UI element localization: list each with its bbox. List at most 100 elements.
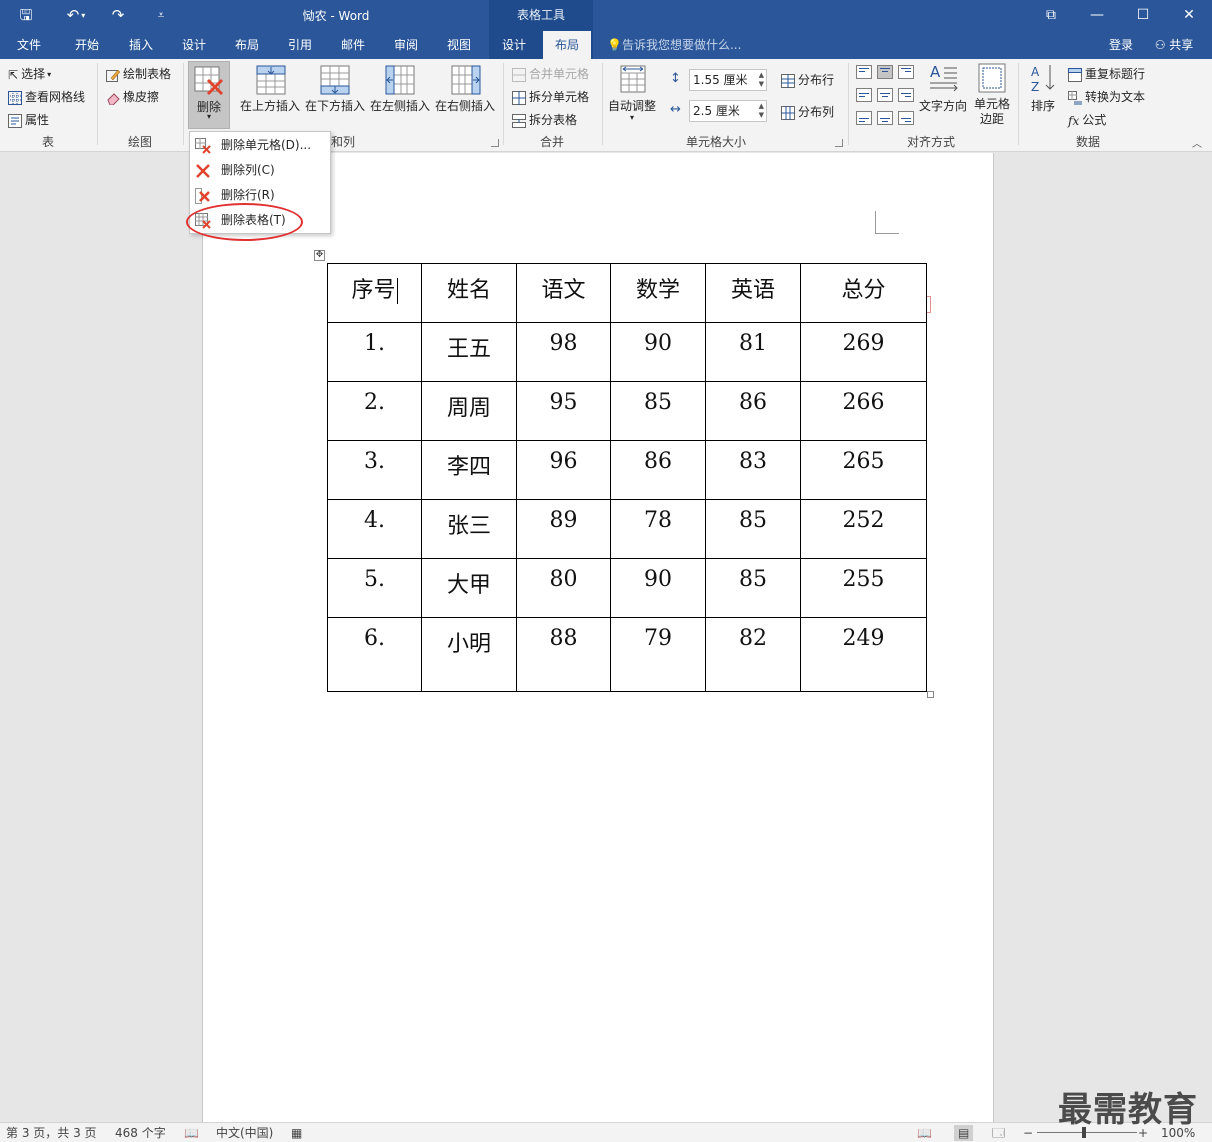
read-mode-icon[interactable]: 📖 bbox=[917, 1125, 932, 1141]
table-cell[interactable]: 周周 bbox=[421, 381, 517, 441]
tab-view[interactable]: 视图 bbox=[440, 36, 478, 54]
column-width-input[interactable]: 2.5 厘米 ▲ ▼ bbox=[689, 100, 767, 122]
table-cell[interactable]: 2. bbox=[327, 381, 422, 441]
table-cell[interactable]: 大甲 bbox=[421, 558, 517, 618]
align-top-center-icon[interactable] bbox=[877, 65, 893, 79]
formula-button[interactable]: fx 公式 bbox=[1068, 111, 1106, 128]
align-bottom-left-icon[interactable] bbox=[856, 111, 872, 125]
cell-margins-button[interactable]: 单元格 边距 bbox=[974, 97, 1010, 127]
insert-above-button[interactable]: 在上方插入 bbox=[240, 97, 300, 114]
table-cell[interactable]: 80 bbox=[516, 558, 611, 618]
close-button[interactable]: ✕ bbox=[1166, 0, 1212, 31]
tab-mailings[interactable]: 邮件 bbox=[334, 36, 372, 54]
tab-file[interactable]: 文件 bbox=[10, 36, 48, 54]
table-resize-handle[interactable] bbox=[927, 691, 934, 698]
split-cells-button[interactable]: 拆分单元格 bbox=[512, 88, 589, 105]
align-top-right-icon[interactable] bbox=[898, 65, 914, 79]
align-middle-right-icon[interactable] bbox=[898, 88, 914, 102]
score-table[interactable]: 序号 姓名 语文 数学 英语 总分 1. 王五 98 90 81 269 2. … bbox=[327, 263, 927, 692]
tab-insert[interactable]: 插入 bbox=[122, 36, 160, 54]
align-bottom-center-icon[interactable] bbox=[877, 111, 893, 125]
table-cell[interactable]: 6. bbox=[327, 617, 422, 692]
align-bottom-right-icon[interactable] bbox=[898, 111, 914, 125]
table-header-cell[interactable]: 数学 bbox=[610, 263, 706, 323]
table-cell[interactable]: 95 bbox=[516, 381, 611, 441]
table-cell[interactable]: 81 bbox=[705, 322, 801, 382]
table-cell[interactable]: 249 bbox=[800, 617, 927, 692]
table-cell[interactable]: 86 bbox=[610, 440, 706, 500]
tab-table-layout[interactable]: 布局 bbox=[543, 31, 591, 59]
align-middle-left-icon[interactable] bbox=[856, 88, 872, 102]
eraser-button[interactable]: 橡皮擦 bbox=[106, 88, 159, 105]
table-cell[interactable]: 李四 bbox=[421, 440, 517, 500]
proofing-icon[interactable]: 📖 bbox=[184, 1125, 199, 1141]
signin-link[interactable]: 登录 bbox=[1109, 36, 1133, 54]
collapse-ribbon-icon[interactable]: ︿ bbox=[1192, 135, 1202, 150]
tab-design[interactable]: 设计 bbox=[175, 36, 213, 54]
table-header-cell[interactable]: 英语 bbox=[705, 263, 801, 323]
table-cell[interactable]: 王五 bbox=[421, 322, 517, 382]
spinner-arrows-icon[interactable]: ▲ ▼ bbox=[759, 102, 764, 120]
print-layout-icon[interactable]: ▤ bbox=[954, 1125, 974, 1141]
tab-layout[interactable]: 布局 bbox=[228, 36, 266, 54]
table-header-cell[interactable]: 姓名 bbox=[421, 263, 517, 323]
table-move-handle-icon[interactable]: ✥ bbox=[314, 250, 325, 261]
minimize-button[interactable]: — bbox=[1074, 0, 1120, 31]
zoom-out-icon[interactable]: − bbox=[1023, 1125, 1033, 1141]
spinner-arrows-icon[interactable]: ▲ ▼ bbox=[759, 71, 764, 89]
distribute-rows-button[interactable]: 分布行 bbox=[781, 71, 834, 88]
table-cell[interactable]: 83 bbox=[705, 440, 801, 500]
table-cell[interactable]: 4. bbox=[327, 499, 422, 559]
menu-item-delete-cells[interactable]: 删除单元格(D)... bbox=[190, 133, 330, 158]
table-cell[interactable]: 252 bbox=[800, 499, 927, 559]
table-cell[interactable]: 张三 bbox=[421, 499, 517, 559]
table-cell[interactable]: 3. bbox=[327, 440, 422, 500]
align-middle-center-icon[interactable] bbox=[877, 88, 893, 102]
table-cell[interactable]: 90 bbox=[610, 322, 706, 382]
delete-button[interactable]: 删除 ▾ bbox=[188, 61, 230, 129]
autofit-button[interactable]: 自动调整 bbox=[608, 97, 656, 114]
table-cell[interactable]: 255 bbox=[800, 558, 927, 618]
table-cell[interactable]: 98 bbox=[516, 322, 611, 382]
tell-me-search[interactable]: 💡告诉我您想要做什么... bbox=[607, 36, 741, 54]
table-header-cell[interactable]: 语文 bbox=[516, 263, 611, 323]
draw-table-button[interactable]: 绘制表格 bbox=[106, 65, 171, 82]
table-cell[interactable]: 78 bbox=[610, 499, 706, 559]
web-layout-icon[interactable]: 🗔 bbox=[992, 1125, 1005, 1141]
table-header-cell[interactable]: 序号 bbox=[327, 263, 422, 323]
menu-item-delete-columns[interactable]: 删除列(C) bbox=[190, 158, 330, 183]
insert-below-button[interactable]: 在下方插入 bbox=[305, 97, 365, 114]
insert-right-button[interactable]: 在右侧插入 bbox=[435, 97, 495, 114]
table-cell[interactable]: 85 bbox=[705, 499, 801, 559]
ribbon-display-options-icon[interactable]: ⧉ bbox=[1028, 0, 1074, 31]
convert-to-text-button[interactable]: 转换为文本 bbox=[1068, 88, 1145, 105]
distribute-columns-button[interactable]: 分布列 bbox=[781, 103, 834, 120]
insert-left-button[interactable]: 在左侧插入 bbox=[370, 97, 430, 114]
tab-home[interactable]: 开始 bbox=[68, 36, 106, 54]
text-direction-button[interactable]: 文字方向 bbox=[919, 97, 967, 114]
table-cell[interactable]: 79 bbox=[610, 617, 706, 692]
tab-review[interactable]: 审阅 bbox=[387, 36, 425, 54]
share-button[interactable]: ⚇ 共享 bbox=[1148, 33, 1200, 57]
table-cell[interactable]: 88 bbox=[516, 617, 611, 692]
sort-button[interactable]: 排序 bbox=[1031, 97, 1055, 114]
tab-references[interactable]: 引用 bbox=[281, 36, 319, 54]
table-cell[interactable]: 265 bbox=[800, 440, 927, 500]
split-table-button[interactable]: 拆分表格 bbox=[512, 111, 577, 128]
table-cell[interactable]: 82 bbox=[705, 617, 801, 692]
table-cell[interactable]: 269 bbox=[800, 322, 927, 382]
table-cell[interactable]: 85 bbox=[705, 558, 801, 618]
table-cell[interactable]: 1. bbox=[327, 322, 422, 382]
row-height-input[interactable]: 1.55 厘米 ▲ ▼ bbox=[689, 69, 767, 91]
document-page[interactable]: ✥ 序号 姓名 语文 数学 英语 总分 1. 王五 98 90 81 269 2… bbox=[202, 153, 994, 1122]
tab-table-design[interactable]: 设计 bbox=[495, 36, 533, 54]
select-button[interactable]: ⇱ 选择 ▾ bbox=[8, 65, 51, 82]
table-cell[interactable]: 96 bbox=[516, 440, 611, 500]
rows-columns-dialog-launcher[interactable] bbox=[491, 139, 499, 147]
table-cell[interactable]: 90 bbox=[610, 558, 706, 618]
repeat-header-rows-button[interactable]: 重复标题行 bbox=[1068, 65, 1145, 82]
language-indicator[interactable]: 中文(中国) bbox=[216, 1125, 273, 1141]
table-cell[interactable]: 5. bbox=[327, 558, 422, 618]
table-cell[interactable]: 85 bbox=[610, 381, 706, 441]
page-count[interactable]: 第 3 页，共 3 页 bbox=[6, 1125, 97, 1141]
